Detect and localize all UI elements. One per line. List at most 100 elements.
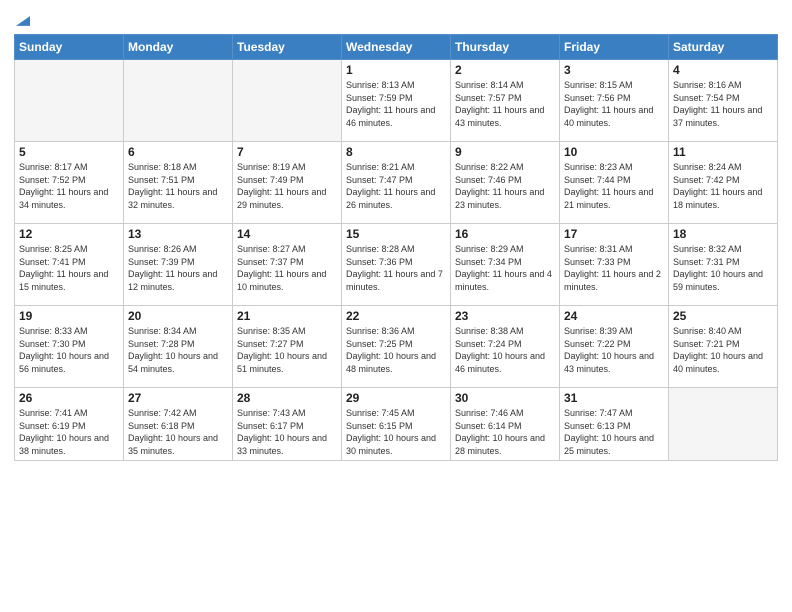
day-info: Sunrise: 8:26 AM Sunset: 7:39 PM Dayligh… [128, 243, 228, 293]
weekday-header-friday: Friday [560, 35, 669, 60]
day-info: Sunrise: 8:22 AM Sunset: 7:46 PM Dayligh… [455, 161, 555, 211]
weekday-header-tuesday: Tuesday [233, 35, 342, 60]
day-number: 16 [455, 227, 555, 241]
logo-icon [16, 14, 30, 28]
calendar-cell: 30 Sunrise: 7:46 AM Sunset: 6:14 PM Dayli… [451, 388, 560, 461]
day-info: Sunrise: 7:47 AM Sunset: 6:13 PM Dayligh… [564, 407, 664, 457]
day-info: Sunrise: 8:29 AM Sunset: 7:34 PM Dayligh… [455, 243, 555, 293]
day-number: 10 [564, 145, 664, 159]
day-number: 2 [455, 63, 555, 77]
calendar-cell: 11Sunrise: 8:24 AM Sunset: 7:42 PM Dayli… [669, 142, 778, 224]
calendar-cell: 2 Sunrise: 8:14 AM Sunset: 7:57 PM Daylig… [451, 60, 560, 142]
weekday-header-thursday: Thursday [451, 35, 560, 60]
day-number: 11 [673, 145, 773, 159]
day-info: Sunrise: 8:13 AM Sunset: 7:59 PM Dayligh… [346, 79, 446, 129]
day-info: Sunrise: 8:39 AM Sunset: 7:22 PM Dayligh… [564, 325, 664, 375]
calendar-cell: 23 Sunrise: 8:38 AM Sunset: 7:24 PM Dayli… [451, 306, 560, 388]
day-number: 1 [346, 63, 446, 77]
calendar-table: SundayMondayTuesdayWednesdayThursdayFrid… [14, 34, 778, 461]
day-info: Sunrise: 8:19 AM Sunset: 7:49 PM Dayligh… [237, 161, 337, 211]
calendar-cell: 8 Sunrise: 8:21 AM Sunset: 7:47 PM Daylig… [342, 142, 451, 224]
calendar-cell: 28Sunrise: 7:43 AM Sunset: 6:17 PM Dayli… [233, 388, 342, 461]
day-info: Sunrise: 7:46 AM Sunset: 6:14 PM Dayligh… [455, 407, 555, 457]
calendar-cell [124, 60, 233, 142]
calendar-cell: 19 Sunrise: 8:33 AM Sunset: 7:30 PM Dayli… [15, 306, 124, 388]
page-header [14, 10, 778, 28]
calendar-cell: 20 Sunrise: 8:34 AM Sunset: 7:28 PM Dayli… [124, 306, 233, 388]
day-number: 21 [237, 309, 337, 323]
weekday-header-row: SundayMondayTuesdayWednesdayThursdayFrid… [15, 35, 778, 60]
day-number: 4 [673, 63, 773, 77]
calendar-cell: 4 Sunrise: 8:16 AM Sunset: 7:54 PM Daylig… [669, 60, 778, 142]
day-info: Sunrise: 8:34 AM Sunset: 7:28 PM Dayligh… [128, 325, 228, 375]
day-number: 7 [237, 145, 337, 159]
day-number: 14 [237, 227, 337, 241]
calendar-cell: 13 Sunrise: 8:26 AM Sunset: 7:39 PM Dayli… [124, 224, 233, 306]
day-info: Sunrise: 8:14 AM Sunset: 7:57 PM Dayligh… [455, 79, 555, 129]
day-number: 6 [128, 145, 228, 159]
day-info: Sunrise: 8:31 AM Sunset: 7:33 PM Dayligh… [564, 243, 664, 293]
day-number: 20 [128, 309, 228, 323]
calendar-cell: 18Sunrise: 8:32 AM Sunset: 7:31 PM Dayli… [669, 224, 778, 306]
day-info: Sunrise: 8:40 AM Sunset: 7:21 PM Dayligh… [673, 325, 773, 375]
day-info: Sunrise: 8:18 AM Sunset: 7:51 PM Dayligh… [128, 161, 228, 211]
day-number: 24 [564, 309, 664, 323]
day-number: 29 [346, 391, 446, 405]
day-info: Sunrise: 8:23 AM Sunset: 7:44 PM Dayligh… [564, 161, 664, 211]
day-info: Sunrise: 8:35 AM Sunset: 7:27 PM Dayligh… [237, 325, 337, 375]
calendar-cell: 26 Sunrise: 7:41 AM Sunset: 6:19 PM Dayli… [15, 388, 124, 461]
day-number: 22 [346, 309, 446, 323]
day-number: 27 [128, 391, 228, 405]
day-number: 30 [455, 391, 555, 405]
calendar-cell: 29 Sunrise: 7:45 AM Sunset: 6:15 PM Dayli… [342, 388, 451, 461]
calendar-cell: 27 Sunrise: 7:42 AM Sunset: 6:18 PM Dayli… [124, 388, 233, 461]
weekday-header-sunday: Sunday [15, 35, 124, 60]
day-number: 23 [455, 309, 555, 323]
day-info: Sunrise: 8:28 AM Sunset: 7:36 PM Dayligh… [346, 243, 446, 293]
day-number: 17 [564, 227, 664, 241]
day-number: 8 [346, 145, 446, 159]
calendar-cell: 14 Sunrise: 8:27 AM Sunset: 7:37 PM Dayli… [233, 224, 342, 306]
day-number: 3 [564, 63, 664, 77]
day-info: Sunrise: 8:33 AM Sunset: 7:30 PM Dayligh… [19, 325, 119, 375]
calendar-cell: 24 Sunrise: 8:39 AM Sunset: 7:22 PM Dayli… [560, 306, 669, 388]
day-info: Sunrise: 8:21 AM Sunset: 7:47 PM Dayligh… [346, 161, 446, 211]
calendar-cell [233, 60, 342, 142]
calendar-week-4: 19 Sunrise: 8:33 AM Sunset: 7:30 PM Dayli… [15, 306, 778, 388]
calendar-cell: 15 Sunrise: 8:28 AM Sunset: 7:36 PM Dayli… [342, 224, 451, 306]
day-number: 5 [19, 145, 119, 159]
day-number: 25 [673, 309, 773, 323]
calendar-week-3: 12Sunrise: 8:25 AM Sunset: 7:41 PM Dayli… [15, 224, 778, 306]
weekday-header-wednesday: Wednesday [342, 35, 451, 60]
calendar-week-5: 26 Sunrise: 7:41 AM Sunset: 6:19 PM Dayli… [15, 388, 778, 461]
calendar-cell: 25 Sunrise: 8:40 AM Sunset: 7:21 PM Dayli… [669, 306, 778, 388]
calendar-cell: 3Sunrise: 8:15 AM Sunset: 7:56 PM Daylig… [560, 60, 669, 142]
calendar-week-1: 1 Sunrise: 8:13 AM Sunset: 7:59 PM Daylig… [15, 60, 778, 142]
day-number: 19 [19, 309, 119, 323]
calendar-cell: 6 Sunrise: 8:18 AM Sunset: 7:51 PM Daylig… [124, 142, 233, 224]
calendar-cell: 21 Sunrise: 8:35 AM Sunset: 7:27 PM Dayli… [233, 306, 342, 388]
day-info: Sunrise: 8:17 AM Sunset: 7:52 PM Dayligh… [19, 161, 119, 211]
calendar-cell [669, 388, 778, 461]
weekday-header-saturday: Saturday [669, 35, 778, 60]
day-info: Sunrise: 8:38 AM Sunset: 7:24 PM Dayligh… [455, 325, 555, 375]
day-info: Sunrise: 7:42 AM Sunset: 6:18 PM Dayligh… [128, 407, 228, 457]
calendar-cell: 10 Sunrise: 8:23 AM Sunset: 7:44 PM Dayli… [560, 142, 669, 224]
weekday-header-monday: Monday [124, 35, 233, 60]
day-number: 13 [128, 227, 228, 241]
day-number: 12 [19, 227, 119, 241]
calendar-week-2: 5 Sunrise: 8:17 AM Sunset: 7:52 PM Daylig… [15, 142, 778, 224]
calendar-cell: 1 Sunrise: 8:13 AM Sunset: 7:59 PM Daylig… [342, 60, 451, 142]
calendar-cell: 17 Sunrise: 8:31 AM Sunset: 7:33 PM Dayli… [560, 224, 669, 306]
logo [14, 10, 30, 28]
calendar-cell [15, 60, 124, 142]
day-info: Sunrise: 8:27 AM Sunset: 7:37 PM Dayligh… [237, 243, 337, 293]
day-info: Sunrise: 7:45 AM Sunset: 6:15 PM Dayligh… [346, 407, 446, 457]
day-info: Sunrise: 7:43 AM Sunset: 6:17 PM Dayligh… [237, 407, 337, 457]
calendar-cell: 16 Sunrise: 8:29 AM Sunset: 7:34 PM Dayli… [451, 224, 560, 306]
day-number: 26 [19, 391, 119, 405]
day-number: 15 [346, 227, 446, 241]
day-info: Sunrise: 8:16 AM Sunset: 7:54 PM Dayligh… [673, 79, 773, 129]
calendar-cell: 9Sunrise: 8:22 AM Sunset: 7:46 PM Daylig… [451, 142, 560, 224]
day-info: Sunrise: 7:41 AM Sunset: 6:19 PM Dayligh… [19, 407, 119, 457]
